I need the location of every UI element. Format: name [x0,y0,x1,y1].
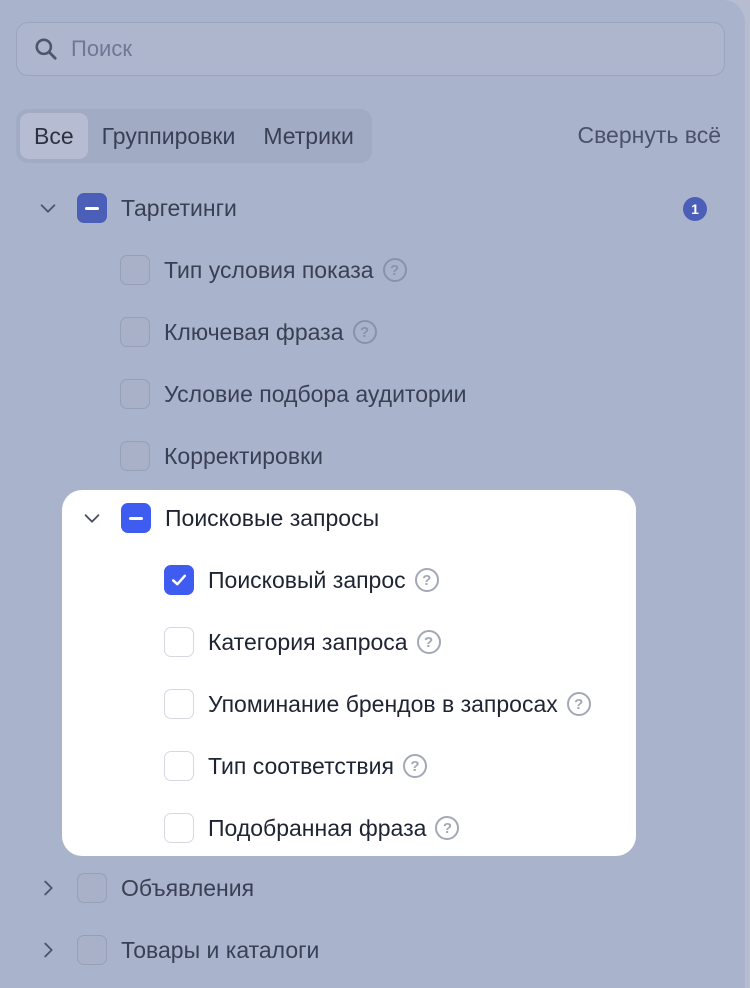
search-field[interactable] [16,22,725,76]
checkbox[interactable] [120,379,150,409]
list-item[interactable]: Упоминание брендов в запросах ? [164,684,591,724]
checkbox[interactable] [120,441,150,471]
list-item[interactable]: Условие подбора аудитории [120,374,466,414]
chevron-down-icon[interactable] [80,506,104,530]
group-search-queries-checkbox[interactable] [121,503,151,533]
item-label: Корректировки [164,442,323,469]
checkbox[interactable] [120,317,150,347]
help-icon[interactable]: ? [416,630,441,654]
chevron-right-icon[interactable] [36,938,60,962]
check-icon [171,574,187,586]
highlighted-group-search-queries: Поисковые запросы Поисковый запрос ? Кат… [62,490,636,856]
group-targeting-checkbox[interactable] [77,193,107,223]
list-item[interactable]: Тип соответствия ? [164,746,427,786]
filter-tabs: Все Группировки Метрики [16,109,372,163]
group-ads-checkbox[interactable] [77,873,107,903]
group-products-label: Товары и каталоги [121,936,320,963]
list-item[interactable]: Ключевая фраза ? [120,312,377,352]
group-search-queries-label: Поисковые запросы [165,504,380,531]
tab-groupings[interactable]: Группировки [88,113,250,159]
checkbox[interactable] [164,627,194,657]
help-icon[interactable]: ? [435,816,460,840]
search-icon [35,38,57,60]
group-ads-label: Объявления [121,874,255,901]
item-label: Тип соответствия [208,752,394,779]
checkbox[interactable] [164,751,194,781]
group-search-queries[interactable]: Поисковые запросы [80,498,379,538]
group-targeting-label: Таргетинги [121,194,237,221]
list-item[interactable]: Тип условия показа ? [120,250,407,290]
group-targeting[interactable]: Таргетинги [36,188,237,228]
item-label: Тип условия показа [164,256,374,283]
tab-metrics[interactable]: Метрики [249,113,368,159]
search-input[interactable] [71,36,671,62]
group-ads[interactable]: Объявления [36,868,254,908]
help-icon[interactable]: ? [382,258,407,282]
selected-count-badge: 1 [683,197,707,221]
checkbox[interactable] [164,689,194,719]
tab-all[interactable]: Все [20,113,88,159]
checkbox-checked[interactable] [164,565,194,595]
item-label: Категория запроса [208,628,408,655]
group-products-checkbox[interactable] [77,935,107,965]
collapse-all-button[interactable]: Свернуть всё [577,122,721,149]
help-icon[interactable]: ? [414,568,439,592]
checkbox[interactable] [120,255,150,285]
item-label: Подобранная фраза [208,814,427,841]
item-label: Поисковый запрос [208,566,406,593]
checkbox[interactable] [164,813,194,843]
help-icon[interactable]: ? [566,692,591,716]
list-item[interactable]: Корректировки [120,436,323,476]
item-label: Условие подбора аудитории [164,380,467,407]
item-label: Упоминание брендов в запросах [208,690,558,717]
chevron-right-icon[interactable] [36,876,60,900]
list-item[interactable]: Поисковый запрос ? [164,560,439,600]
group-products[interactable]: Товары и каталоги [36,930,319,970]
item-label: Ключевая фраза [164,318,344,345]
help-icon[interactable]: ? [352,320,377,344]
list-item[interactable]: Подобранная фраза ? [164,808,460,848]
chevron-down-icon[interactable] [36,196,60,220]
list-item[interactable]: Категория запроса ? [164,622,441,662]
help-icon[interactable]: ? [402,754,427,778]
